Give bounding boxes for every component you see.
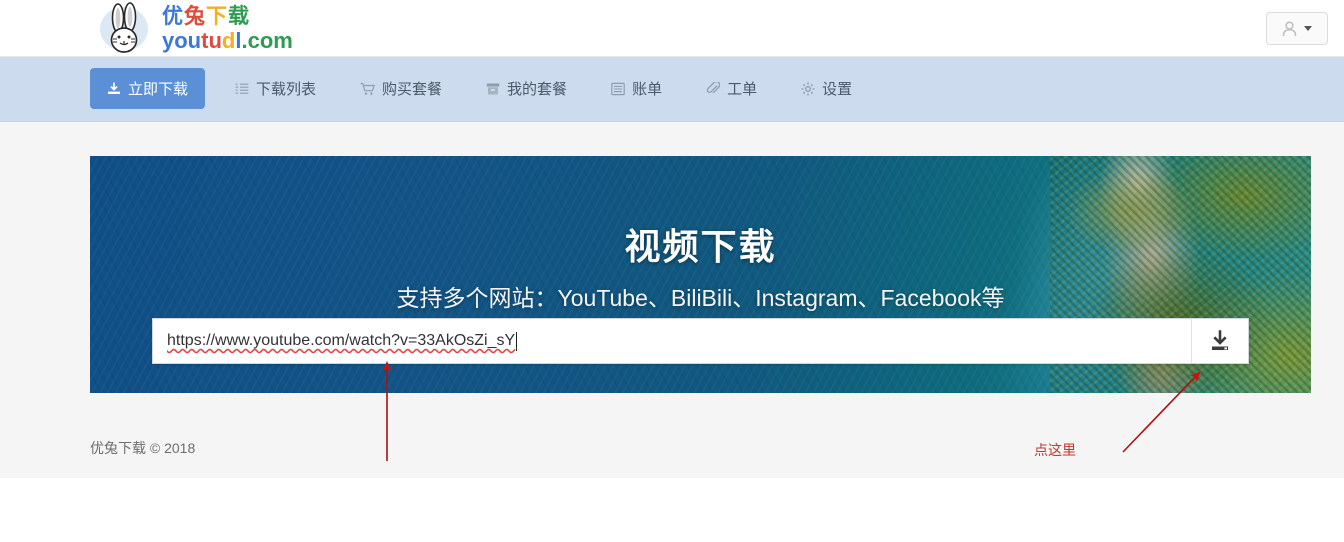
- main-navigation: 立即下载 下载列表 购买套餐 我的套餐 账单 工单 设置: [0, 57, 1344, 122]
- download-submit-button[interactable]: [1191, 319, 1248, 363]
- brand-cn-char-2: 下: [206, 5, 228, 28]
- list-icon: [235, 82, 249, 96]
- brand-cn-char-1: 兔: [184, 5, 206, 28]
- brand-cn-char-3: 载: [228, 5, 250, 28]
- archive-box-icon: [486, 82, 500, 96]
- brand-name-en: youtudl.com: [162, 30, 293, 52]
- nav-item-label: 账单: [632, 81, 663, 98]
- nav-item-settings[interactable]: 设置: [787, 68, 866, 109]
- shopping-cart-icon: [360, 82, 376, 96]
- hero-subtitle: 支持多个网站：YouTube、BiliBili、Instagram、Facebo…: [396, 285, 1005, 311]
- brand-en-part-2: d: [221, 28, 236, 53]
- user-icon: [1282, 20, 1297, 36]
- nav-item-my-package[interactable]: 我的套餐: [472, 68, 581, 109]
- nav-items-container: 立即下载 下载列表 购买套餐 我的套餐 账单 工单 设置: [90, 68, 866, 109]
- hero-title: 视频下载: [624, 226, 777, 267]
- nav-item-label: 下载列表: [256, 81, 317, 98]
- gear-icon: [801, 82, 815, 96]
- nav-item-label: 我的套餐: [507, 81, 568, 98]
- hero-banner: 视频下载 支持多个网站：YouTube、BiliBili、Instagram、F…: [90, 156, 1311, 393]
- paperclip-icon: [706, 81, 721, 96]
- nav-item-tickets[interactable]: 工单: [692, 68, 771, 109]
- url-input[interactable]: https://www.youtube.com/watch?v=33AkOsZi…: [153, 319, 1191, 363]
- brand-name-cn: 优兔下载: [162, 6, 293, 27]
- brand-en-part-0: you: [162, 28, 202, 53]
- nav-item-label: 购买套餐: [382, 81, 443, 98]
- url-download-form: https://www.youtube.com/watch?v=33AkOsZi…: [152, 318, 1249, 364]
- nav-item-label: 立即下载: [128, 81, 189, 98]
- nav-item-download-now[interactable]: 立即下载: [90, 68, 206, 109]
- nav-item-bills[interactable]: 账单: [597, 68, 676, 109]
- user-menu-button[interactable]: [1266, 12, 1328, 45]
- brand-text: 优兔下载 youtudl.com: [162, 6, 293, 52]
- download-icon: [1212, 330, 1228, 350]
- brand-logo[interactable]: 优兔下载 youtudl.com: [100, 2, 293, 56]
- nav-item-download-list[interactable]: 下载列表: [221, 68, 330, 109]
- nav-item-label: 工单: [727, 81, 758, 98]
- list-alt-icon: [611, 82, 625, 96]
- hero-content: 视频下载 支持多个网站：YouTube、BiliBili、Instagram、F…: [90, 156, 1311, 393]
- nav-item-buy-package[interactable]: 购买套餐: [346, 68, 456, 109]
- brand-en-part-1: tu: [201, 28, 222, 53]
- text-caret: [516, 331, 518, 351]
- brand-en-part-4: .com: [241, 28, 293, 53]
- brand-cn-char-0: 优: [162, 5, 184, 28]
- page-root: 优兔下载 youtudl.com 立即下载 下载列表 购买套餐 我的套餐 账单 …: [0, 0, 1344, 542]
- url-input-value: https://www.youtube.com/watch?v=33AkOsZi…: [167, 332, 516, 349]
- footer-copyright: 优兔下载 © 2018: [90, 440, 196, 456]
- site-header: 优兔下载 youtudl.com: [0, 0, 1344, 57]
- rabbit-head-icon: [100, 2, 154, 56]
- chevron-down-icon: [1304, 26, 1312, 31]
- nav-item-label: 设置: [822, 81, 853, 98]
- download-icon: [107, 82, 121, 96]
